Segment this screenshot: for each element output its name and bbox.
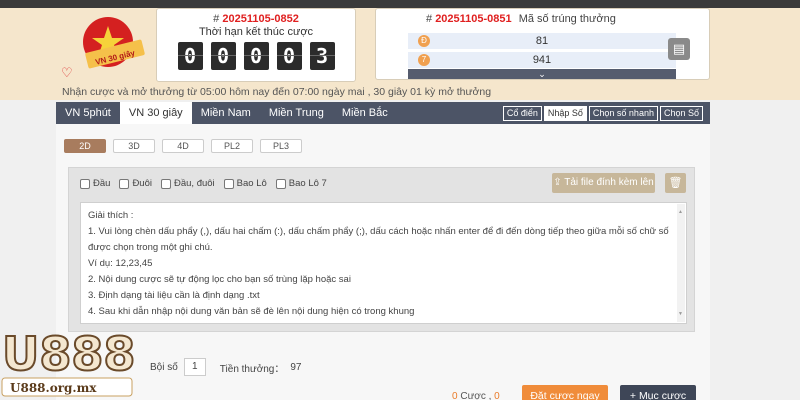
tab-mien-bac[interactable]: Miền Bắc (333, 102, 397, 124)
bet-options: Đầu Đuôi Đầu, đuôi Bao Lô Bao Lô 7 (80, 178, 327, 189)
checkbox[interactable] (275, 178, 286, 189)
prize-value: 97 (290, 361, 302, 373)
watermark-domain: U888.org.mx (10, 381, 97, 395)
countdown-digit: 0 (243, 42, 269, 70)
add-bet-item-button[interactable]: + Mục cược (620, 385, 696, 400)
bet-summary: 0 Cược , 0 (452, 391, 500, 400)
upload-file-button[interactable]: ⇪ Tải file đính kèm lên (552, 173, 655, 193)
current-issue-number: 20251105-0852 (222, 13, 299, 25)
multiplier-label: Bội số (150, 361, 178, 373)
subtab-4d[interactable]: 4D (162, 139, 204, 153)
instruction-line: Ví dụ: 12,23,45 (88, 258, 153, 269)
checkbox[interactable] (80, 178, 90, 189)
winning-numbers-panel: # 20251105-0851 Mã số trúng thưởng Đ 81 … (375, 8, 710, 80)
u888-watermark-logo: U888 U888.org.mx (1, 326, 136, 397)
mode-enter-numbers[interactable]: Nhập Số (543, 106, 587, 121)
bet-numbers-textarea[interactable]: Giải thích : 1. Vui lòng chèn dấu phẩy (… (80, 202, 687, 324)
mode-classic[interactable]: Cổ điển (502, 106, 542, 121)
countdown-caption: Thời hạn kết thúc cược (198, 26, 314, 38)
result-row: Đ 81 (408, 33, 676, 49)
result-value: 941 (532, 54, 552, 66)
instruction-line: 3. Định dạng tài liệu cần là định dạng .… (88, 290, 260, 301)
countdown-digit: 3 (309, 42, 335, 70)
subtab-3d[interactable]: 3D (113, 139, 155, 153)
subtab-2d[interactable]: 2D (64, 139, 106, 153)
instruction-line: 4. Sau khi dẫn nhập nội dung văn bản sẽ … (88, 306, 415, 317)
countdown-digits: 0 0 0 0 3 (157, 42, 355, 70)
bet-now-button[interactable]: Đặt cược ngay (522, 385, 608, 400)
previous-issue: # 20251105-0851 Mã số trúng thưởng (426, 13, 616, 25)
option-bao-lo[interactable]: Bao Lô (223, 178, 267, 189)
option-dau[interactable]: Đầu (80, 178, 110, 189)
expand-results-chevron-icon[interactable]: ⌄ (408, 69, 676, 79)
countdown-digit: 0 (177, 42, 203, 70)
input-mode-switch: Cổ điển Nhập Số Chọn số nhanh Chọn Số (502, 106, 703, 121)
countdown-panel: # 20251105-0852 Thời hạn kết thúc cược 0… (156, 8, 356, 82)
option-duoi[interactable]: Đuôi (119, 178, 152, 189)
multiplier-input[interactable]: 1 (183, 358, 206, 376)
clear-trash-icon[interactable]: 🗑 (665, 173, 686, 193)
vn30-logo: VN 30 giây (83, 17, 145, 69)
current-issue: # 20251105-0852 (213, 13, 299, 25)
prize-rank-badge: Đ (418, 35, 430, 47)
result-row: 7 941 (408, 52, 676, 68)
instruction-line: 1. Vui lòng chèn dấu phẩy (,), dấu hai c… (88, 226, 669, 253)
bet-total: 0 (494, 391, 500, 400)
mode-quick-pick[interactable]: Chọn số nhanh (588, 106, 658, 121)
history-document-icon[interactable]: ▤ (668, 38, 690, 60)
tab-mien-nam[interactable]: Miền Nam (192, 102, 260, 124)
option-bao-lo-7[interactable]: Bao Lô 7 (275, 178, 327, 189)
upload-icon: ⇪ (553, 177, 565, 188)
winning-numbers-title: Mã số trúng thưởng (518, 13, 616, 25)
subtab-pl3[interactable]: PL3 (260, 139, 302, 153)
prize-label: Tiền thưởng： (219, 363, 285, 375)
checkbox[interactable] (119, 178, 130, 189)
multiplier-row: Bội số 1 Tiền thưởng： 97 (150, 358, 302, 376)
checkbox[interactable] (160, 178, 171, 189)
instruction-line: 2. Nội dung cược sẽ tự động lọc cho bạn … (88, 274, 351, 285)
tab-vn-5phut[interactable]: VN 5phút (56, 102, 120, 124)
instructions-heading: Giải thích : (88, 210, 134, 221)
countdown-digit: 0 (276, 42, 302, 70)
bet-type-tabs: 2D 3D 4D PL2 PL3 (64, 139, 302, 153)
result-value: 81 (535, 35, 549, 47)
option-dau-duoi[interactable]: Đầu, đuôi (160, 178, 215, 189)
countdown-digit: 0 (210, 42, 236, 70)
previous-issue-number: 20251105-0851 (435, 13, 512, 25)
textarea-scrollbar[interactable] (677, 204, 685, 322)
checkbox[interactable] (223, 178, 234, 189)
favorite-heart-icon[interactable]: ♡ (61, 66, 73, 79)
betting-hours-notice: Nhận cược và mở thưởng từ 05:00 hôm nay … (62, 86, 492, 98)
prize-rank-badge: 7 (418, 54, 430, 66)
bet-count: 0 (452, 391, 458, 400)
tab-vn-30-giay[interactable]: VN 30 giây (119, 102, 192, 124)
top-bar (0, 0, 800, 8)
watermark-brand: U888 (2, 327, 135, 381)
subtab-pl2[interactable]: PL2 (211, 139, 253, 153)
tab-mien-trung[interactable]: Miền Trung (260, 102, 333, 124)
mode-pick-numbers[interactable]: Chọn Số (659, 106, 703, 121)
bet-unit: Cược , (460, 391, 492, 400)
